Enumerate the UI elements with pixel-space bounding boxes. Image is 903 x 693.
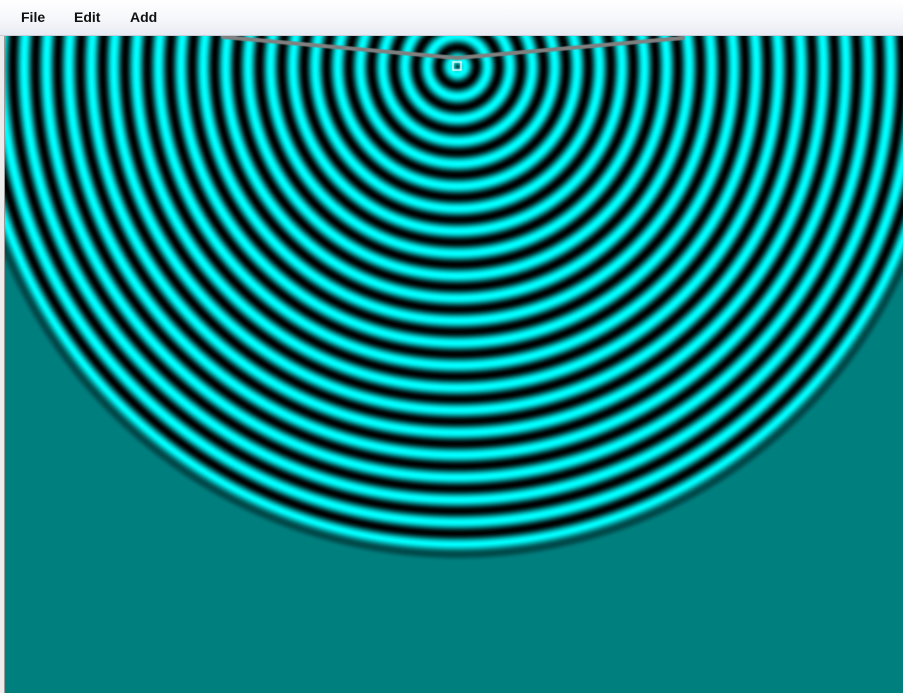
menu-edit[interactable]: Edit xyxy=(74,7,100,27)
menu-add[interactable]: Add xyxy=(130,7,157,27)
wave-simulation-canvas[interactable] xyxy=(5,36,903,693)
menu-file[interactable]: File xyxy=(21,7,45,27)
menu-bar: File Edit Add xyxy=(0,0,903,36)
ripple-tank-window: File Edit Add xyxy=(0,0,903,693)
